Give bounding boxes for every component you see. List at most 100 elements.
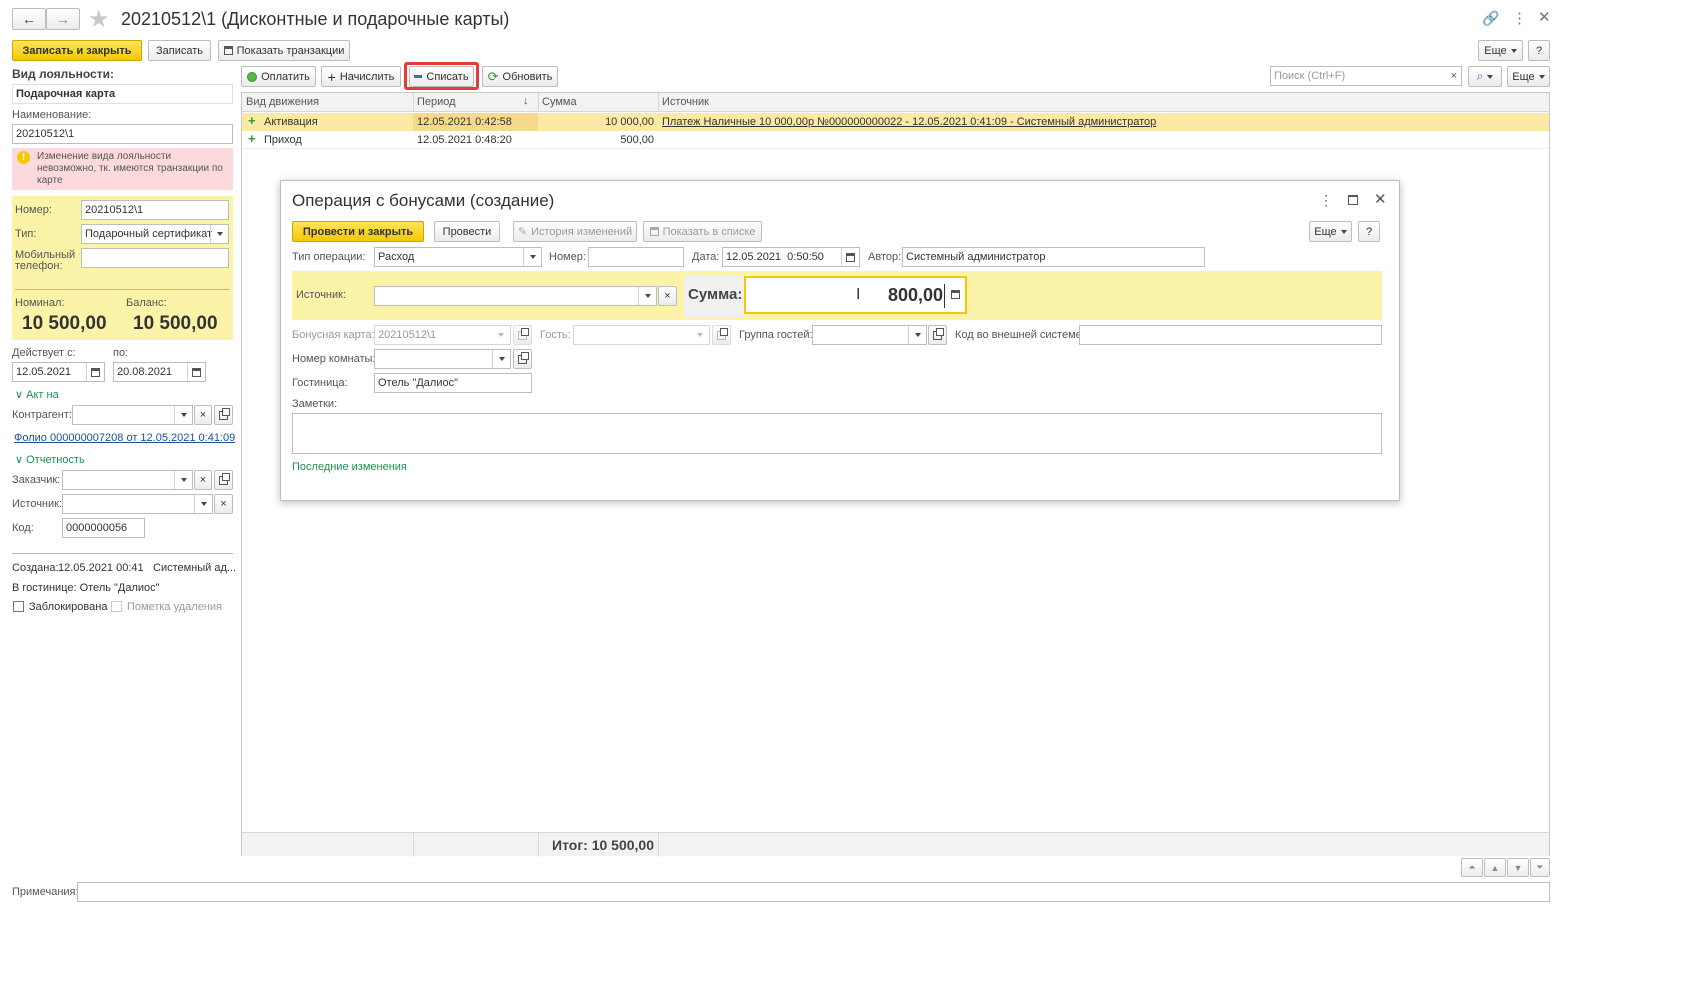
guest-group-field[interactable] bbox=[812, 325, 927, 345]
date-field[interactable]: 12.05.2021 0:50:50 bbox=[722, 247, 860, 267]
minus-icon bbox=[414, 75, 423, 78]
calendar-icon[interactable] bbox=[187, 363, 205, 381]
write-off-button[interactable]: Списать bbox=[409, 66, 474, 87]
sum-field[interactable]: I 800,00 bbox=[744, 276, 967, 314]
post-button[interactable]: Провести bbox=[434, 221, 500, 242]
code-label: Код: bbox=[12, 522, 34, 534]
close-icon[interactable]: ✕ bbox=[1538, 8, 1551, 26]
name-field[interactable]: 20210512\1 bbox=[12, 124, 233, 144]
payment-link[interactable]: Платеж Наличные 10 000,00р №000000000022… bbox=[662, 116, 1156, 128]
blocked-checkbox[interactable] bbox=[13, 601, 24, 612]
refresh-button[interactable]: ⟳ Обновить bbox=[482, 66, 558, 87]
guest-group-label: Группа гостей: bbox=[739, 329, 813, 341]
chevron-down-icon[interactable] bbox=[194, 495, 212, 513]
chevron-down-icon[interactable] bbox=[174, 471, 192, 489]
open-button[interactable] bbox=[214, 405, 233, 425]
chevron-down-icon[interactable] bbox=[523, 248, 541, 266]
next-page-button[interactable]: ▼ bbox=[1507, 858, 1529, 877]
accrue-button[interactable]: + Начислить bbox=[321, 66, 401, 87]
link-icon[interactable]: 🔗 bbox=[1482, 10, 1499, 27]
clear-button[interactable]: × bbox=[658, 286, 677, 306]
last-page-button[interactable]: ⏷ bbox=[1530, 858, 1550, 877]
room-field[interactable] bbox=[374, 349, 511, 369]
show-in-list-button: Показать в списке bbox=[643, 221, 762, 242]
source-label: Источник: bbox=[12, 498, 63, 510]
search-input[interactable]: Поиск (Ctrl+F) × bbox=[1270, 66, 1462, 86]
chevron-down-icon[interactable] bbox=[174, 406, 192, 424]
more-vertical-icon[interactable]: ⋮ bbox=[1319, 192, 1333, 209]
column-header[interactable]: Период bbox=[417, 96, 456, 108]
close-icon: × bbox=[199, 474, 207, 486]
clear-button[interactable]: × bbox=[194, 405, 212, 425]
search-button[interactable]: ⌕ bbox=[1468, 66, 1502, 87]
close-icon[interactable]: ✕ bbox=[1374, 190, 1387, 208]
number-field[interactable]: 20210512\1 bbox=[81, 200, 229, 220]
clear-button[interactable]: × bbox=[214, 494, 233, 514]
notes-textarea[interactable] bbox=[292, 413, 1382, 454]
phone-field[interactable] bbox=[81, 248, 229, 268]
back-button[interactable]: ← bbox=[12, 8, 46, 30]
clear-button[interactable]: × bbox=[194, 470, 212, 490]
warning-box: ! Изменение вида лояльности невозможно, … bbox=[12, 148, 233, 190]
dialog-more-button[interactable]: Еще bbox=[1309, 221, 1352, 242]
column-header[interactable]: Вид движения bbox=[246, 96, 319, 108]
reporting-group-toggle[interactable]: ∨ Отчетность bbox=[15, 453, 85, 466]
help-button[interactable]: ? bbox=[1528, 40, 1550, 61]
op-number-label: Номер: bbox=[549, 251, 586, 263]
ext-code-field[interactable] bbox=[1079, 325, 1382, 345]
valid-to-field[interactable]: 20.08.2021 bbox=[113, 362, 206, 382]
star-icon[interactable]: ★ bbox=[88, 5, 110, 34]
code-field[interactable]: 0000000056 bbox=[62, 518, 145, 538]
notes-field[interactable] bbox=[77, 882, 1550, 902]
op-type-select[interactable]: Расход bbox=[374, 247, 542, 267]
op-type-label: Тип операции: bbox=[292, 251, 366, 263]
chevron-down-icon[interactable] bbox=[638, 287, 656, 305]
forward-button[interactable]: → bbox=[46, 8, 80, 30]
type-select[interactable]: Подарочный сертификат bbox=[81, 224, 229, 244]
open-button[interactable] bbox=[214, 470, 233, 490]
open-button[interactable] bbox=[928, 325, 947, 345]
calculator-icon[interactable] bbox=[951, 290, 960, 302]
op-number-field[interactable] bbox=[588, 247, 684, 267]
prev-page-button[interactable]: ▲ bbox=[1484, 858, 1506, 877]
calendar-icon[interactable] bbox=[841, 248, 859, 266]
loyalty-type-field[interactable]: Подарочная карта bbox=[12, 84, 233, 104]
hotel-field[interactable]: Отель "Далиос" bbox=[374, 373, 532, 393]
column-header[interactable]: Сумма bbox=[542, 96, 577, 108]
post-close-button[interactable]: Провести и закрыть bbox=[292, 221, 424, 242]
show-transactions-button[interactable]: Показать транзакции bbox=[218, 40, 350, 61]
save-button[interactable]: Записать bbox=[148, 40, 211, 61]
last-changes-link[interactable]: Последние изменения bbox=[292, 461, 407, 473]
valid-to-label: по: bbox=[113, 347, 129, 359]
dialog-help-button[interactable]: ? bbox=[1358, 221, 1380, 242]
chevron-down-icon[interactable] bbox=[210, 225, 228, 243]
column-header[interactable]: Источник bbox=[662, 96, 709, 108]
customer-field[interactable] bbox=[62, 470, 193, 490]
table-row[interactable]: + Приход 12.05.2021 0:48:20 500,00 bbox=[242, 131, 1549, 149]
maximize-icon[interactable] bbox=[1348, 195, 1358, 205]
first-page-button[interactable]: ⏶ bbox=[1461, 858, 1483, 877]
author-field[interactable]: Системный администратор bbox=[902, 247, 1205, 267]
chevron-down-icon[interactable] bbox=[908, 326, 926, 344]
dialog-source-field[interactable] bbox=[374, 286, 657, 306]
more-vertical-icon[interactable]: ⋮ bbox=[1512, 9, 1527, 27]
close-icon[interactable]: × bbox=[1451, 70, 1457, 82]
pay-button[interactable]: Оплатить bbox=[241, 66, 316, 87]
open-button[interactable] bbox=[513, 349, 532, 369]
more-button[interactable]: Еще bbox=[1478, 40, 1523, 61]
chevron-down-icon[interactable] bbox=[492, 350, 510, 368]
more-button[interactable]: Еще bbox=[1507, 66, 1550, 87]
table-row[interactable]: + Активация 12.05.2021 0:42:58 10 000,00… bbox=[242, 113, 1549, 131]
folio-link[interactable]: Фолио 000000007208 от 12.05.2021 0:41:09 bbox=[14, 432, 235, 444]
act-group-toggle[interactable]: ∨ Акт на bbox=[15, 388, 59, 401]
valid-from-field[interactable]: 12.05.2021 bbox=[12, 362, 105, 382]
search-icon: ⌕ bbox=[1476, 69, 1484, 83]
calendar-icon[interactable] bbox=[86, 363, 104, 381]
counterparty-field[interactable] bbox=[72, 405, 193, 425]
pencil-icon: ✎ bbox=[517, 226, 528, 238]
save-close-button[interactable]: Записать и закрыть bbox=[12, 40, 142, 61]
blocked-label: Заблокирована bbox=[29, 601, 108, 613]
arrow-left-icon: ← bbox=[22, 11, 36, 27]
source-field[interactable] bbox=[62, 494, 213, 514]
up-icon: ▲ bbox=[1490, 862, 1500, 873]
